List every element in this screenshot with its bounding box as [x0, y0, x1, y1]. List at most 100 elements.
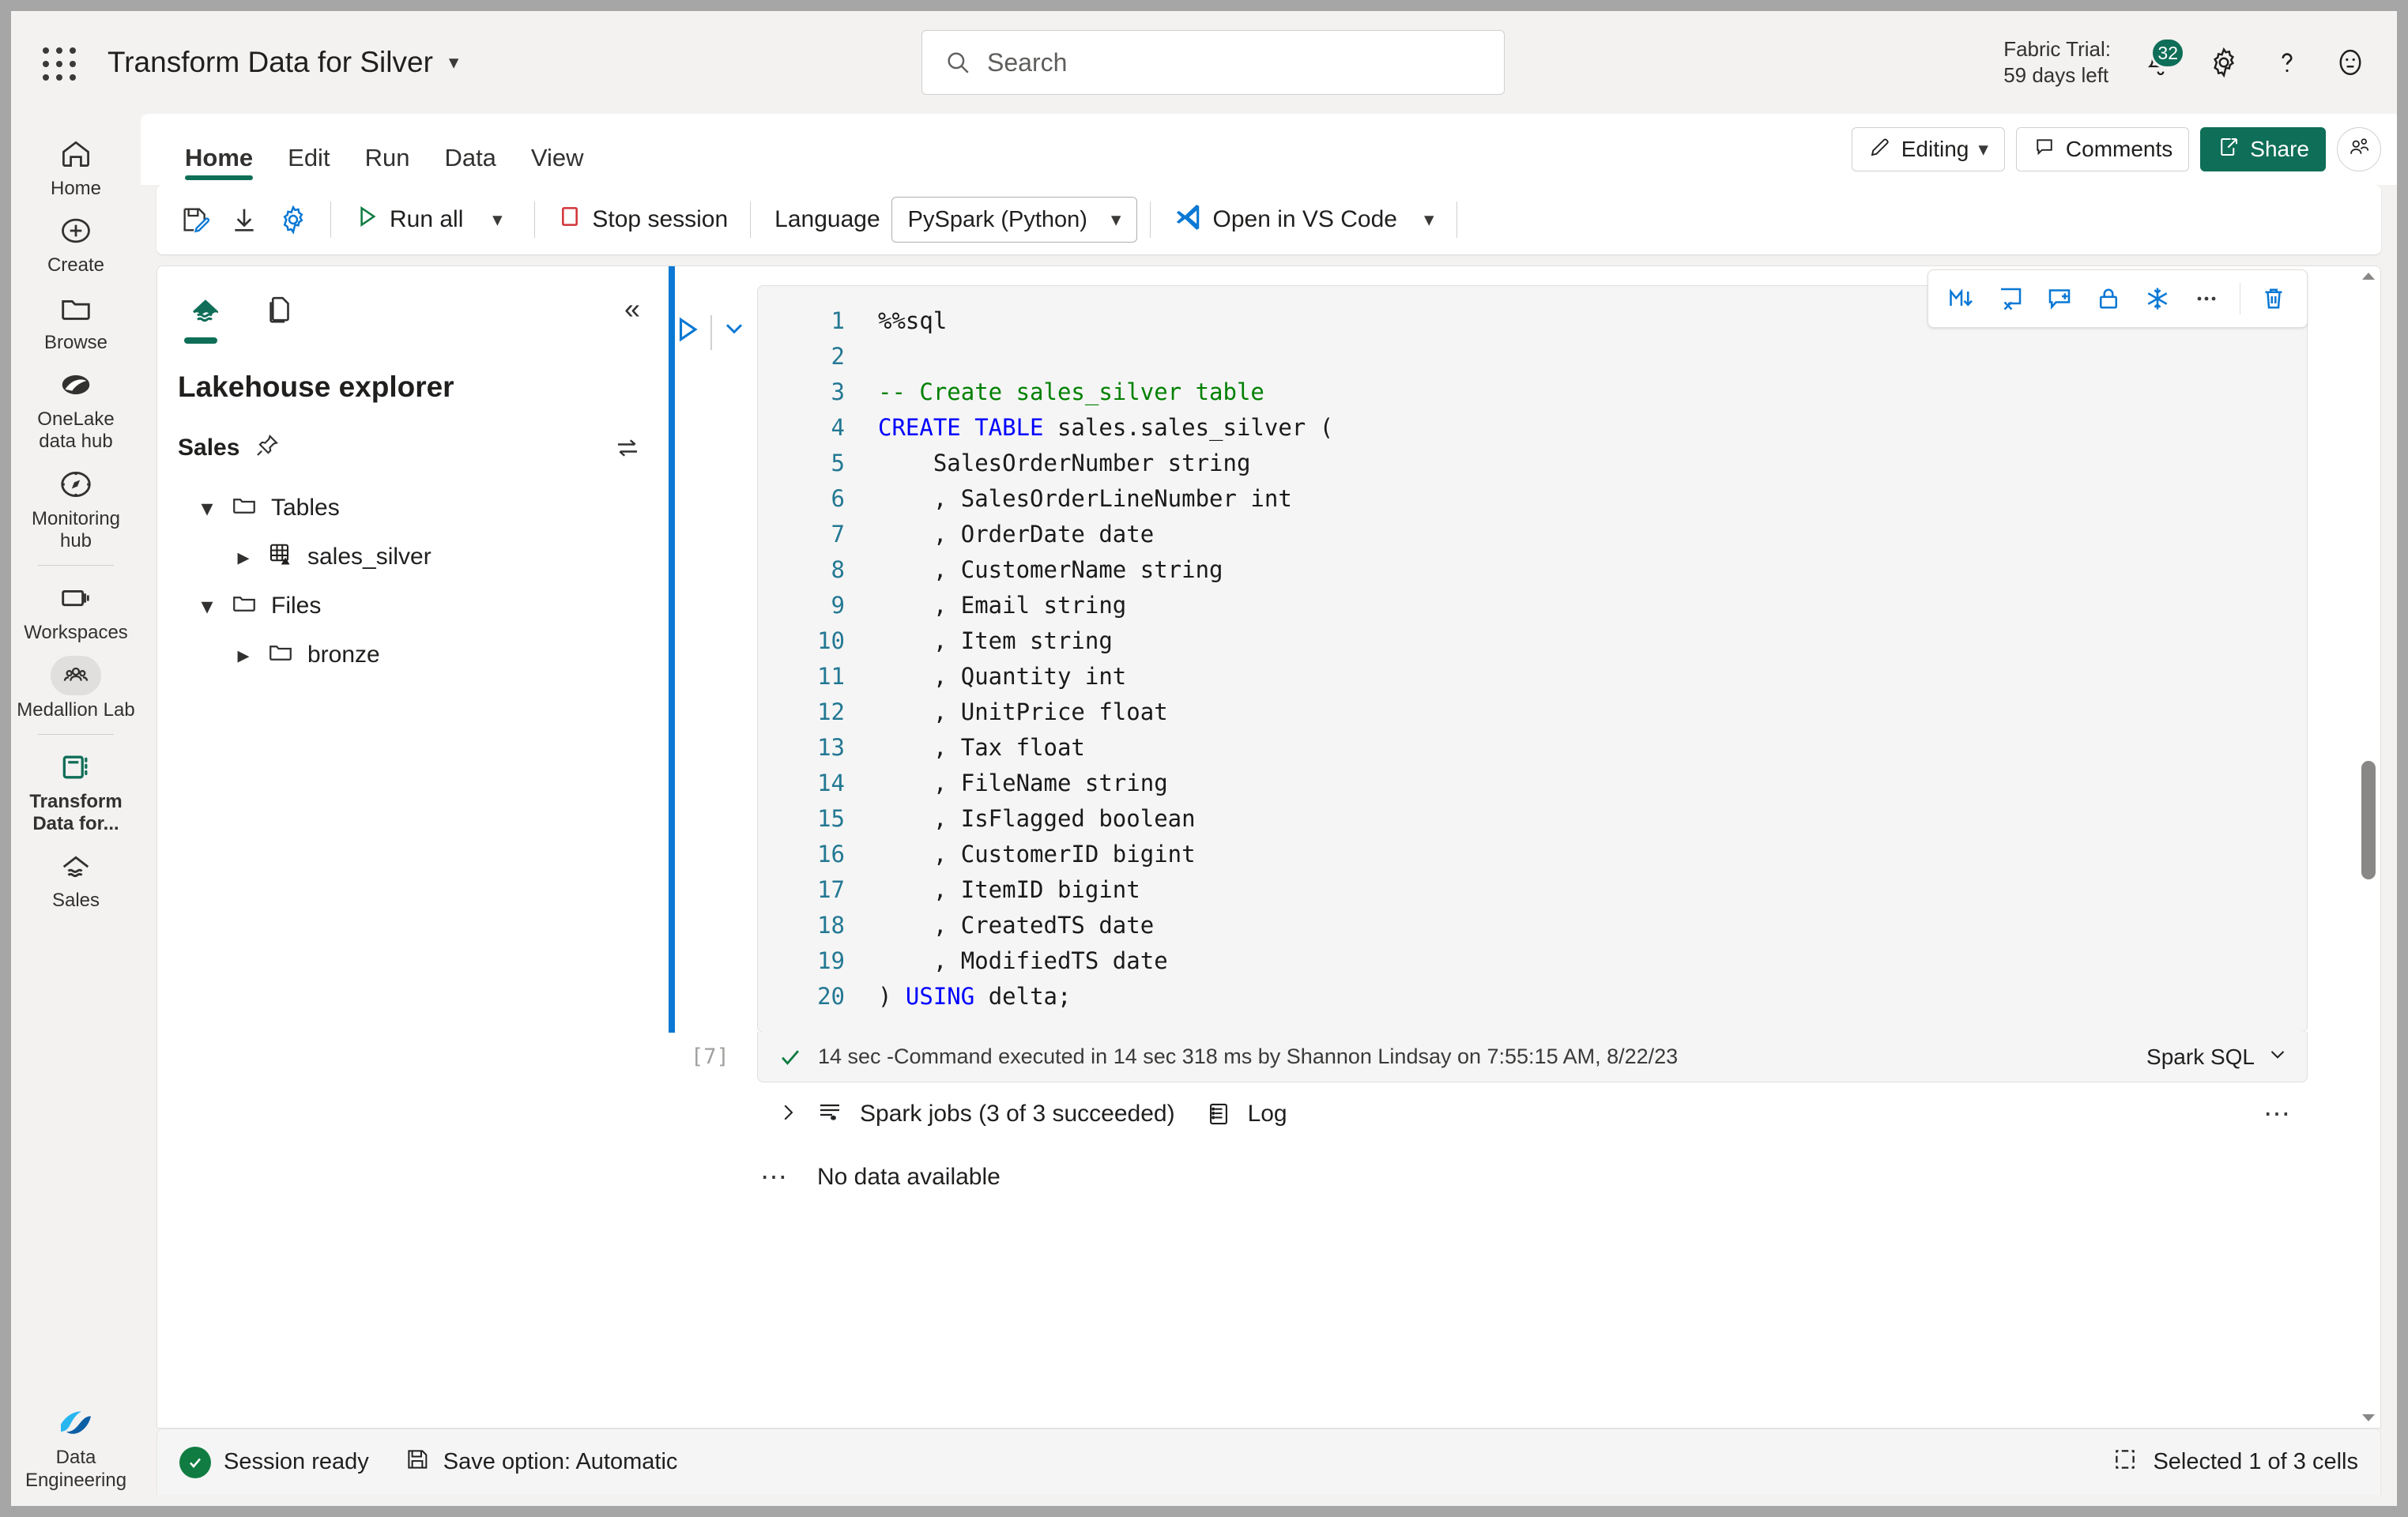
add-comment-icon[interactable]: [2037, 277, 2082, 321]
run-controls-divider: [710, 315, 712, 350]
workspaces-icon: [55, 578, 97, 618]
search-input[interactable]: [985, 47, 1463, 78]
tree-item-files[interactable]: ▾ Files: [157, 582, 662, 631]
comments-button[interactable]: Comments: [2015, 127, 2190, 171]
download-icon[interactable]: [220, 195, 269, 244]
sidebar-item-create[interactable]: Create: [17, 205, 135, 281]
spark-jobs-label[interactable]: Spark jobs (3 of 3 succeeded): [860, 1101, 1175, 1127]
sidebar-item-onelake-data-hub[interactable]: OneLake data hub: [17, 359, 135, 458]
line-number: 18: [817, 912, 845, 939]
run-options-chevron-down-icon[interactable]: [720, 314, 748, 342]
expand-spark-jobs-chevron-right-icon[interactable]: [776, 1101, 800, 1128]
more-options-icon[interactable]: [2184, 277, 2229, 321]
language-value: PySpark (Python): [907, 206, 1087, 232]
sidebar-item-medallion-lab[interactable]: Medallion Lab: [17, 649, 135, 726]
rail-divider: [38, 565, 114, 567]
editing-label: Editing: [1901, 137, 1969, 161]
log-icon: [1205, 1101, 1232, 1127]
sidebar-item-browse[interactable]: Browse: [17, 282, 135, 359]
run-cell-icon[interactable]: [671, 314, 703, 345]
sidebar-item-sales[interactable]: Sales: [17, 840, 135, 917]
stop-square-icon: [557, 204, 582, 235]
save-option[interactable]: Save option: Automatic: [404, 1446, 678, 1479]
settings-gear-icon[interactable]: [269, 195, 318, 244]
stop-session-button[interactable]: Stop session: [548, 195, 737, 244]
tab-home[interactable]: Home: [168, 144, 270, 185]
sidebar-item-data-engineering[interactable]: Data Engineering: [17, 1397, 135, 1496]
pin-icon[interactable]: [254, 432, 281, 463]
screenshot-root: Transform Data for Silver ▾ Fabric Trial…: [0, 0, 2408, 1517]
output-collapsed-dots-icon[interactable]: ⋯: [757, 1161, 790, 1193]
clear-output-icon[interactable]: [1988, 277, 2033, 321]
lock-icon[interactable]: [2086, 277, 2131, 321]
chevron-down-icon[interactable]: ▾: [449, 52, 459, 73]
code-editor[interactable]: 1 %%sql 2 3 -- Create sales_silver table 4 CR…: [757, 285, 2308, 1033]
markdown-convert-icon[interactable]: [1939, 277, 1984, 321]
sidebar-item-transform-data[interactable]: Transform Data for...: [17, 741, 135, 841]
sidebar-item-label: OneLake data hub: [37, 408, 115, 453]
run-all-dropdown-icon[interactable]: ▾: [473, 195, 522, 244]
switch-lakehouse-icon[interactable]: [613, 434, 642, 462]
app-launcher-icon[interactable]: [35, 40, 81, 85]
scroll-up-arrow-icon[interactable]: [2362, 273, 2375, 280]
freeze-icon[interactable]: [2135, 277, 2180, 321]
save-as-icon[interactable]: [171, 195, 220, 244]
chevron-right-icon[interactable]: ▸: [233, 544, 254, 571]
tree-item-label: sales_silver: [307, 544, 431, 570]
share-icon: [2217, 135, 2240, 164]
tree-item-tables[interactable]: ▾ Tables: [157, 484, 662, 533]
run-all-button[interactable]: Run all: [344, 195, 473, 244]
scroll-down-arrow-icon[interactable]: [2362, 1414, 2375, 1421]
notebook-scrollbar[interactable]: [2360, 271, 2377, 1423]
pencil-icon: [1868, 135, 1892, 164]
chevron-down-icon: ▾: [492, 208, 503, 231]
sidebar-item-label: Browse: [43, 331, 108, 353]
sidebar-item-workspaces[interactable]: Workspaces: [17, 572, 135, 649]
chevron-right-icon[interactable]: ▸: [233, 642, 254, 669]
line-number: 2: [831, 343, 845, 370]
notebook-title-breadcrumb[interactable]: Transform Data for Silver ▾: [107, 46, 458, 79]
language-select[interactable]: PySpark (Python) ▾: [891, 197, 1138, 243]
delete-icon[interactable]: [2252, 277, 2296, 321]
search-box[interactable]: [921, 30, 1505, 95]
code-text: , Email string: [878, 592, 1127, 619]
notebook-toolbar: Run all ▾ Stop session Language PySpark …: [156, 185, 2381, 254]
ribbon-tabs: Home Edit Run Data View: [168, 114, 601, 185]
share-button[interactable]: Share: [2200, 127, 2326, 171]
execution-index: [7]: [691, 1045, 729, 1069]
explorer-tab-documents[interactable]: [252, 285, 307, 334]
stop-session-label: Stop session: [592, 206, 729, 232]
line-number: 6: [831, 485, 845, 512]
cell-run-controls: [662, 285, 757, 1033]
explorer-tab-lakehouse[interactable]: [178, 285, 233, 344]
permissions-button[interactable]: [2337, 127, 2381, 171]
chevron-down-icon[interactable]: ▾: [197, 593, 217, 620]
notifications-button[interactable]: 32: [2133, 35, 2188, 90]
line-number: 17: [817, 876, 845, 903]
editing-mode-button[interactable]: Editing ▾: [1851, 127, 2005, 171]
code-line: 18 , CreatedTS date: [758, 908, 2307, 943]
sidebar-item-home[interactable]: Home: [17, 128, 135, 205]
log-label[interactable]: Log: [1248, 1101, 1287, 1127]
chevron-down-icon[interactable]: ▾: [197, 495, 217, 522]
tab-run[interactable]: Run: [348, 144, 428, 185]
tree-item-sales-silver[interactable]: ▸ sales_silver: [157, 533, 662, 582]
search-icon: [944, 49, 971, 76]
toolbar-divider: [534, 201, 536, 238]
open-in-vscode-button[interactable]: Open in VS Code ▾: [1163, 195, 1443, 244]
cell-language-selector[interactable]: Spark SQL: [2146, 1042, 2289, 1071]
tab-data[interactable]: Data: [427, 144, 513, 185]
scrollbar-thumb[interactable]: [2361, 761, 2376, 879]
explorer-tabs: «: [157, 277, 662, 344]
tree-item-bronze[interactable]: ▸ bronze: [157, 631, 662, 679]
tab-view[interactable]: View: [514, 144, 601, 185]
feedback-smiley-icon[interactable]: [2323, 35, 2378, 90]
tab-edit[interactable]: Edit: [270, 144, 347, 185]
save-option-label: Save option: Automatic: [443, 1449, 678, 1474]
help-button[interactable]: [2259, 35, 2315, 90]
collapse-panel-icon[interactable]: «: [624, 295, 640, 323]
settings-button[interactable]: [2196, 35, 2252, 90]
output-more-options-icon[interactable]: ⋯: [2263, 1098, 2293, 1130]
sidebar-item-monitoring-hub[interactable]: Monitoring hub: [17, 458, 135, 558]
cell-selection-accent: [669, 266, 675, 1033]
